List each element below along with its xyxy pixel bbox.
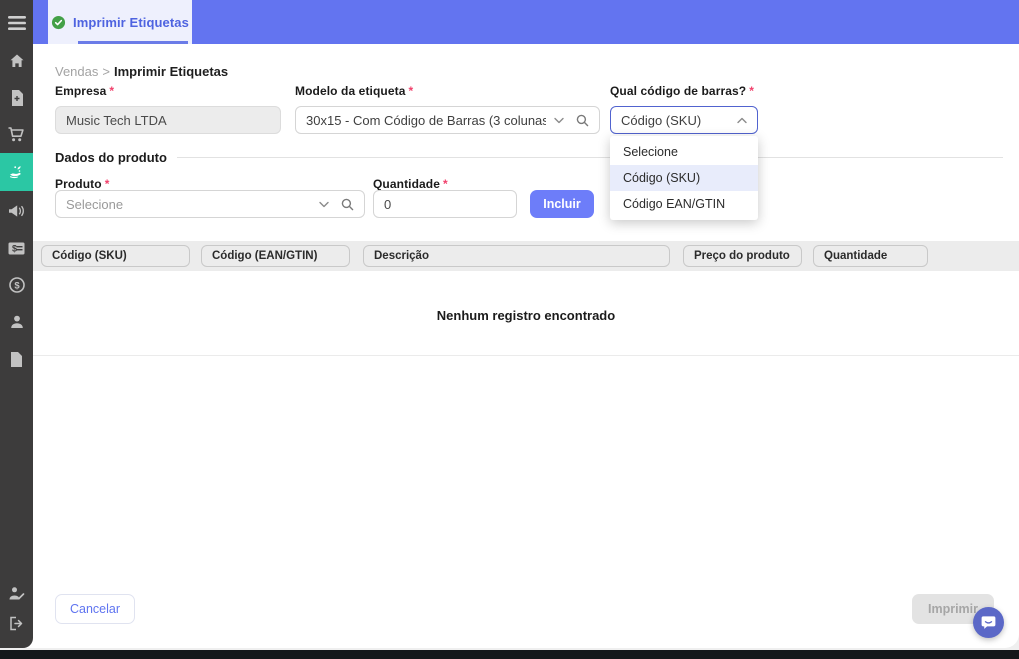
- table-header-descricao: Descrição: [363, 245, 670, 267]
- section-divider: [177, 157, 1003, 158]
- svg-text:$: $: [12, 243, 17, 253]
- hand-care-icon[interactable]: [0, 153, 33, 191]
- table-header-preco: Preço do produto: [683, 245, 802, 267]
- tab-label: Imprimir Etiquetas: [73, 15, 189, 30]
- barcode-dropdown-menu: Selecione Código (SKU) Código EAN/GTIN: [610, 136, 758, 220]
- dropdown-option-codigo-sku[interactable]: Código (SKU): [610, 165, 758, 191]
- user-icon[interactable]: [0, 307, 33, 337]
- dropdown-option-codigo-ean-gtin[interactable]: Código EAN/GTIN: [610, 191, 758, 217]
- quantidade-input[interactable]: [384, 197, 506, 212]
- table-header-codigo-ean: Código (EAN/GTIN): [201, 245, 350, 267]
- file-icon[interactable]: [0, 344, 33, 374]
- megaphone-icon[interactable]: [0, 196, 33, 226]
- modelo-select[interactable]: 30x15 - Com Código de Barras (3 colunas): [295, 106, 600, 134]
- tab-imprimir-etiquetas[interactable]: Imprimir Etiquetas: [48, 0, 192, 44]
- produto-placeholder: Selecione: [66, 197, 311, 212]
- breadcrumb-current: Imprimir Etiquetas: [114, 64, 228, 79]
- tab-bar: Imprimir Etiquetas: [33, 0, 1019, 44]
- svg-text:$: $: [14, 280, 20, 291]
- empresa-field[interactable]: [55, 106, 281, 134]
- quantidade-field[interactable]: [373, 190, 517, 218]
- table-row-divider: [33, 355, 1019, 356]
- barcode-label: Qual código de barras?*: [610, 84, 754, 98]
- chevron-up-icon[interactable]: [737, 117, 747, 124]
- breadcrumb-parent[interactable]: Vendas: [55, 64, 98, 79]
- required-asterisk: *: [109, 84, 114, 98]
- table-header-row: Código (SKU) Código (EAN/GTIN) Descrição…: [33, 241, 1019, 271]
- dollar-circle-icon[interactable]: $: [0, 270, 33, 300]
- chat-bubble-icon: [980, 614, 997, 631]
- search-icon[interactable]: [576, 114, 589, 127]
- barcode-select[interactable]: Código (SKU): [610, 106, 758, 134]
- modelo-label: Modelo da etiqueta*: [295, 84, 413, 98]
- money-check-icon[interactable]: $: [0, 233, 33, 263]
- menu-icon[interactable]: [0, 8, 33, 38]
- required-asterisk: *: [443, 177, 448, 191]
- quantidade-label: Quantidade*: [373, 177, 448, 191]
- section-title: Dados do produto: [55, 150, 167, 165]
- required-asterisk: *: [105, 177, 110, 191]
- empresa-label: Empresa*: [55, 84, 114, 98]
- modelo-selected-value: 30x15 - Com Código de Barras (3 colunas): [306, 113, 546, 128]
- cart-icon[interactable]: [0, 120, 33, 150]
- required-asterisk: *: [749, 84, 754, 98]
- breadcrumb: Vendas > Imprimir Etiquetas: [55, 64, 228, 79]
- produto-label: Produto*: [55, 177, 109, 191]
- breadcrumb-separator: >: [102, 64, 110, 79]
- incluir-button[interactable]: Incluir: [530, 190, 594, 218]
- product-section-header: Dados do produto: [55, 150, 1003, 165]
- barcode-selected-value: Código (SKU): [621, 113, 729, 128]
- user-edit-icon[interactable]: [0, 578, 33, 608]
- produto-select[interactable]: Selecione: [55, 190, 365, 218]
- search-icon[interactable]: [341, 198, 354, 211]
- sidebar: $ $: [0, 0, 33, 648]
- empresa-input[interactable]: [66, 113, 270, 128]
- file-plus-icon[interactable]: [0, 83, 33, 113]
- empty-state-message: Nenhum registro encontrado: [33, 308, 1019, 323]
- chat-launcher-button[interactable]: [973, 607, 1004, 638]
- check-circle-icon: [51, 15, 66, 30]
- tab-active-underline: [78, 41, 188, 44]
- required-asterisk: *: [408, 84, 413, 98]
- table-header-codigo-sku: Código (SKU): [41, 245, 190, 267]
- main-content: Vendas > Imprimir Etiquetas Empresa* Model…: [33, 44, 1019, 648]
- home-icon[interactable]: [0, 46, 33, 76]
- logout-icon[interactable]: [0, 608, 33, 638]
- dropdown-option-selecione[interactable]: Selecione: [610, 139, 758, 165]
- chevron-down-icon[interactable]: [554, 117, 564, 124]
- table-header-quantidade: Quantidade: [813, 245, 928, 267]
- chevron-down-icon[interactable]: [319, 201, 329, 208]
- cancelar-button[interactable]: Cancelar: [55, 594, 135, 624]
- bottom-system-bar: [0, 650, 1019, 659]
- app-window: Imprimir Etiquetas $ $: [0, 0, 1019, 659]
